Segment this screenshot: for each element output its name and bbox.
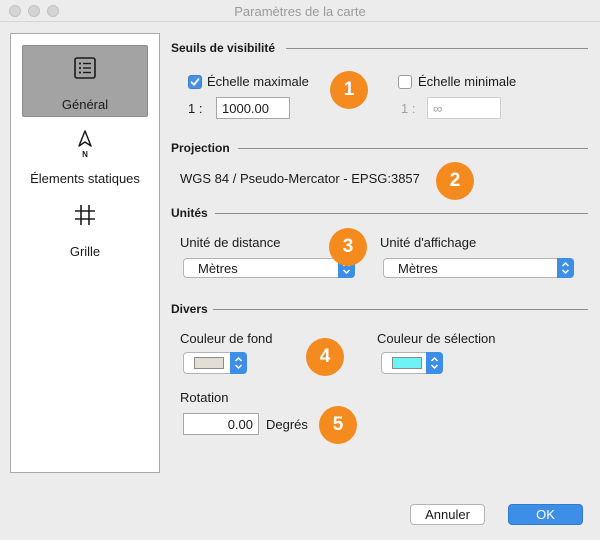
rotation-input[interactable]: 0.00 — [183, 413, 259, 435]
section-divider — [215, 213, 588, 214]
max-scale-input[interactable]: 1000.00 — [216, 97, 290, 119]
max-scale-label: Échelle maximale — [207, 74, 309, 89]
title-bar: Paramètres de la carte — [0, 0, 600, 22]
bg-color-swatch — [194, 357, 224, 369]
min-scale-checkbox[interactable] — [398, 75, 412, 89]
section-divider — [286, 48, 588, 49]
settings-dialog: Paramètres de la carte Général N Élement… — [0, 0, 600, 540]
distance-unit-select[interactable]: Mètres — [183, 258, 355, 278]
callout-badge: 1 — [330, 71, 368, 109]
min-scale-prefix: 1 : — [401, 101, 416, 116]
callout-badge: 2 — [436, 162, 474, 200]
sidebar-item-label: Grille — [69, 244, 101, 259]
chevron-updown-icon — [426, 352, 443, 374]
svg-text:N: N — [82, 150, 88, 158]
grid-icon — [75, 205, 95, 225]
callout-badge: 5 — [319, 406, 357, 444]
max-scale-prefix: 1 : — [188, 101, 203, 116]
sidebar-item-static-elements[interactable]: N Élements statiques — [22, 120, 148, 192]
sidebar-item-general[interactable]: Général — [22, 45, 148, 117]
sidebar-item-label: Élements statiques — [30, 171, 140, 186]
max-scale-checkbox[interactable] — [188, 75, 202, 89]
callout-badge: 3 — [329, 228, 367, 266]
north-arrow-icon: N — [78, 130, 92, 158]
list-icon — [74, 57, 96, 79]
sidebar: Général N Élements statiques Grille — [10, 33, 160, 473]
min-scale-label: Échelle minimale — [418, 74, 517, 89]
chevron-updown-icon — [557, 258, 574, 278]
callout-badge: 4 — [306, 338, 344, 376]
distance-unit-value: Mètres — [198, 261, 238, 276]
visibility-section-title: Seuils de visibilité — [171, 41, 276, 55]
rotation-unit: Degrés — [266, 417, 308, 432]
display-unit-label: Unité d'affichage — [380, 235, 477, 250]
units-section-title: Unités — [171, 206, 208, 220]
misc-section-title: Divers — [171, 302, 208, 316]
projection-value: WGS 84 / Pseudo-Mercator - EPSG:3857 — [180, 171, 420, 186]
distance-unit-label: Unité de distance — [180, 235, 281, 250]
bg-color-label: Couleur de fond — [180, 331, 273, 346]
selection-color-picker[interactable] — [381, 352, 443, 374]
rotation-label: Rotation — [180, 390, 229, 405]
display-unit-select[interactable]: Mètres — [383, 258, 574, 278]
window-title: Paramètres de la carte — [234, 4, 366, 19]
ok-button[interactable]: OK — [508, 504, 583, 525]
sidebar-item-grid[interactable]: Grille — [22, 196, 148, 268]
chevron-updown-icon — [230, 352, 247, 374]
projection-section-title: Projection — [171, 141, 230, 155]
section-divider — [238, 148, 588, 149]
selection-color-swatch — [392, 357, 422, 369]
check-icon — [190, 78, 200, 86]
display-unit-value: Mètres — [398, 261, 438, 276]
cancel-button[interactable]: Annuler — [410, 504, 485, 525]
bg-color-picker[interactable] — [183, 352, 247, 374]
selection-color-label: Couleur de sélection — [377, 331, 496, 346]
section-divider — [213, 309, 588, 310]
sidebar-item-label: Général — [61, 97, 109, 112]
min-scale-input[interactable]: ∞ — [427, 97, 501, 119]
